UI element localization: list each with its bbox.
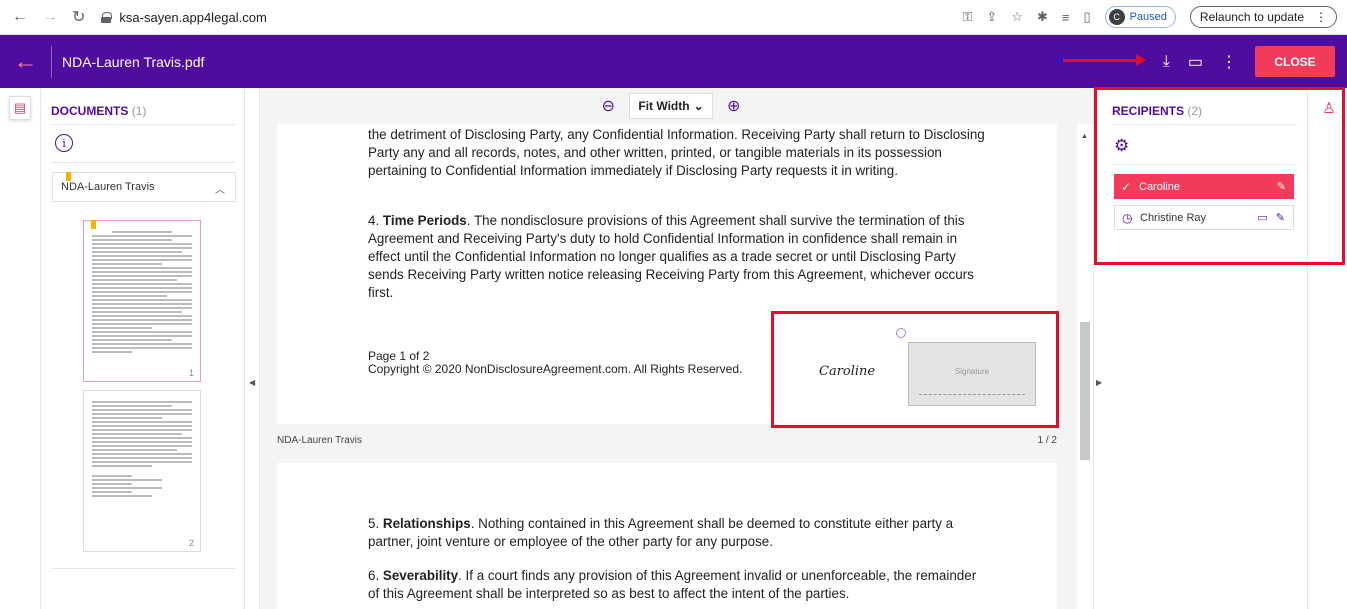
signature-field[interactable]: Signature	[908, 342, 1036, 406]
relaunch-label: Relaunch to update	[1199, 10, 1304, 24]
documents-count: (1)	[131, 104, 147, 118]
paragraph: 5. Relationships. Nothing contained in t…	[368, 515, 988, 551]
address-bar[interactable]: ksa-sayen.app4legal.com	[101, 9, 267, 25]
zoom-mode: Fit Width	[638, 99, 690, 113]
page-thumbnail[interactable]: 2	[83, 390, 201, 552]
thumbnail-page-number: 2	[188, 538, 194, 548]
file-title: NDA-Lauren Travis.pdf	[62, 53, 205, 70]
scrollbar-thumb[interactable]	[1080, 322, 1090, 460]
bookmark-icon	[66, 172, 71, 181]
zoom-select[interactable]: Fit Width ⌄	[629, 93, 713, 119]
arrow-left-icon: ←	[13, 47, 38, 75]
star-icon[interactable]: ☆	[1011, 9, 1023, 25]
caret-left-icon: ◀	[249, 378, 256, 387]
url-text: ksa-sayen.app4legal.com	[119, 9, 267, 25]
relaunch-button[interactable]: Relaunch to update ⋮	[1189, 6, 1337, 28]
bookmark-icon	[91, 220, 96, 229]
share-icon[interactable]: ⇪	[986, 9, 997, 25]
browser-actions: ⚿ ⇪ ☆ ✱ ≡ ▯ C Paused Relaunch to update …	[962, 6, 1347, 28]
key-icon[interactable]: ⚿	[962, 9, 972, 25]
badge-icon[interactable]	[896, 328, 906, 338]
section-number: 5.	[368, 516, 380, 531]
collapse-left-handle[interactable]: ◀	[246, 88, 260, 609]
reading-list-icon[interactable]: ≡	[1062, 10, 1070, 25]
section-heading: Time Periods	[382, 213, 467, 228]
divider	[51, 124, 236, 125]
back-arrow-icon[interactable]: ←	[12, 8, 28, 26]
thumbnail-page-number: 1	[188, 368, 194, 378]
thumbnail-text	[92, 401, 192, 499]
chevron-down-icon: ⌄	[693, 99, 704, 113]
pdf-page: 5. Relationships. Nothing contained in t…	[277, 463, 1057, 609]
zoom-toolbar: ⊖ Fit Width ⌄ ⊕	[261, 88, 1081, 124]
page-thumbnail[interactable]: 1	[83, 220, 201, 382]
document-name: NDA-Lauren Travis	[61, 181, 155, 193]
back-button[interactable]: ←	[0, 45, 52, 78]
footer-copyright: Copyright © 2020 NonDisclosureAgreement.…	[368, 362, 743, 376]
section-body: . If a court finds any provision of this…	[368, 568, 977, 601]
forward-arrow-icon[interactable]: →	[42, 8, 58, 26]
close-button[interactable]: CLOSE	[1255, 46, 1335, 77]
divider	[51, 162, 236, 163]
documents-tab-icon[interactable]: ▤	[9, 96, 31, 120]
reload-icon[interactable]: ↻	[72, 7, 85, 27]
lock-icon	[101, 11, 113, 23]
documents-heading: DOCUMENTS (1)	[51, 104, 146, 118]
comment-icon[interactable]: ▭	[1188, 52, 1203, 72]
profile-status: Paused	[1129, 11, 1167, 23]
chevron-up-icon[interactable]: ︿	[215, 181, 225, 196]
app-header: ← NDA-Lauren Travis.pdf ⤓ ▭ ⋮ CLOSE	[0, 35, 1347, 88]
section-number: 6.	[368, 568, 380, 583]
side-panel-icon[interactable]: ▯	[1083, 9, 1090, 25]
divider	[51, 568, 236, 569]
document-viewer: ⊖ Fit Width ⌄ ⊕ the detriment of Disclos…	[261, 88, 1093, 609]
profile-button[interactable]: C Paused	[1104, 6, 1176, 28]
zoom-out-icon[interactable]: ⊖	[597, 95, 619, 117]
documents-panel: DOCUMENTS (1) i NDA-Lauren Travis ︿ 1 2	[40, 88, 245, 609]
page-meta: NDA-Lauren Travis 1 / 2	[277, 435, 1057, 446]
annotation-arrow	[1063, 54, 1146, 66]
documents-title: DOCUMENTS	[51, 104, 129, 118]
page-indicator: 1 / 2	[1037, 435, 1057, 446]
signature-line	[919, 394, 1025, 395]
page-footer: Page 1 of 2 Copyright © 2020 NonDisclosu…	[368, 350, 742, 376]
document-item[interactable]: NDA-Lauren Travis ︿	[52, 172, 236, 202]
info-icon[interactable]: i	[55, 134, 73, 152]
header-actions: ⤓ ▭ ⋮ CLOSE	[1163, 46, 1335, 77]
page-doc-name: NDA-Lauren Travis	[277, 435, 363, 446]
left-rail: ▤	[0, 88, 40, 609]
signature-script: Caroline	[819, 364, 876, 379]
paragraph: the detriment of Disclosing Party, any C…	[368, 127, 985, 178]
section-heading: Severability	[382, 568, 459, 583]
browser-nav: ← → ↻	[0, 7, 85, 27]
more-vert-icon[interactable]: ⋮	[1221, 52, 1237, 72]
signature-area: Caroline Signature	[771, 311, 1059, 428]
download-icon[interactable]: ⤓	[1163, 53, 1170, 71]
kebab-menu-icon: ⋮	[1315, 10, 1327, 24]
signature-field-label: Signature	[954, 367, 990, 376]
avatar: C	[1108, 9, 1125, 25]
paragraph: 6. Severability. If a court finds any pr…	[368, 567, 988, 603]
section-heading: Relationships	[382, 516, 471, 531]
scroll-up-icon[interactable]: ▲	[1081, 133, 1088, 140]
extensions-icon[interactable]: ✱	[1037, 9, 1048, 25]
zoom-in-icon[interactable]: ⊕	[723, 95, 745, 117]
browser-toolbar: ← → ↻ ksa-sayen.app4legal.com ⚿ ⇪ ☆ ✱ ≡ …	[0, 0, 1347, 35]
thumbnail-text	[92, 231, 192, 355]
highlight-frame	[1094, 87, 1345, 265]
vertical-scrollbar[interactable]: ▲	[1077, 124, 1093, 609]
section-number: 4.	[368, 213, 380, 228]
paragraph: 4. Time Periods. The nondisclosure provi…	[368, 212, 988, 302]
